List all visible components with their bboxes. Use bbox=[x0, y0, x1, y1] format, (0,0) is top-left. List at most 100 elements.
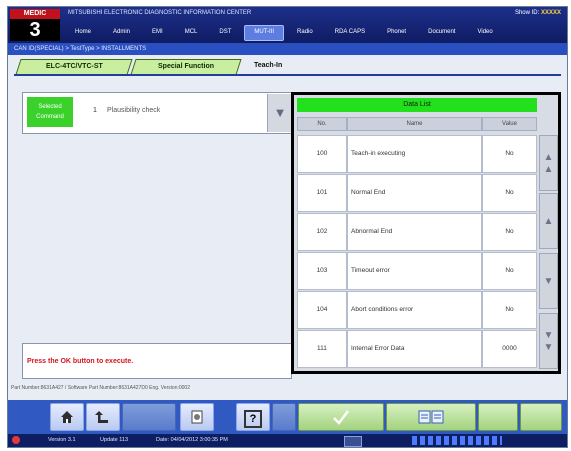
double-up-arrow-icon: ▲ ▲ bbox=[543, 152, 554, 175]
home-button[interactable] bbox=[50, 403, 84, 431]
data-list-rows: 100 Teach-in executing No 101 Normal End… bbox=[297, 135, 537, 369]
user-label: Show ID: bbox=[514, 10, 540, 16]
system-tray-icons bbox=[412, 436, 502, 445]
nav-dst[interactable]: DST bbox=[210, 25, 240, 39]
blank-green-button-2[interactable] bbox=[520, 403, 562, 431]
row-name: Teach-in executing bbox=[347, 135, 482, 173]
data-list: Data List No. Name Value 100 Teach-in ex… bbox=[294, 95, 558, 371]
app-window: MEDIC 3 MITSUBISHI ELECTRONIC DIAGNOSTIC… bbox=[7, 6, 568, 448]
nav-phonet[interactable]: Phonet bbox=[378, 25, 415, 39]
home-icon bbox=[61, 411, 73, 423]
user-info: Show ID: XXXXX bbox=[515, 10, 561, 16]
brand-version: 3 bbox=[10, 19, 60, 41]
blank-button-2[interactable] bbox=[272, 403, 296, 431]
nav-admin[interactable]: Admin bbox=[104, 25, 139, 39]
nav-rda-caps[interactable]: RDA CAPS bbox=[326, 25, 374, 39]
double-down-arrow-icon: ▼ ▼ bbox=[543, 330, 554, 353]
function-tabs: ELC-4TC/VTC-ST Special Function Teach-In bbox=[15, 59, 297, 75]
print-icon bbox=[191, 410, 203, 424]
data-list-title: Data List bbox=[297, 98, 537, 112]
table-row[interactable]: 103 Timeout error No bbox=[297, 252, 537, 290]
data-view-icon bbox=[418, 410, 444, 424]
brand-label: MEDIC bbox=[10, 9, 60, 19]
row-no: 102 bbox=[297, 213, 347, 251]
tab-special-function-label: Special Function bbox=[157, 63, 214, 70]
system-name: MITSUBISHI ELECTRONIC DIAGNOSTIC INFORMA… bbox=[68, 10, 252, 16]
nav-radio[interactable]: Radio bbox=[288, 25, 322, 39]
main-nav: Home Admin EMI MCL DST MUT-III Radio RDA… bbox=[66, 25, 502, 41]
tab-ecu-label: ELC-4TC/VTC-ST bbox=[45, 63, 103, 70]
row-value: No bbox=[482, 252, 537, 290]
nav-video[interactable]: Video bbox=[468, 25, 501, 39]
help-button[interactable]: ? bbox=[236, 403, 270, 431]
blank-green-button[interactable] bbox=[478, 403, 518, 431]
instruction-message: Press the OK button to execute. bbox=[22, 343, 292, 379]
row-value: No bbox=[482, 135, 537, 173]
user-id: XXXXX bbox=[540, 10, 561, 16]
print-button[interactable] bbox=[180, 403, 214, 431]
status-update: Update 113 bbox=[100, 437, 129, 443]
nav-mcl[interactable]: MCL bbox=[176, 25, 207, 39]
col-no-header: No. bbox=[297, 117, 347, 131]
table-row[interactable]: 111 Internal Error Data 0000 bbox=[297, 330, 537, 368]
scroll-up-button[interactable]: ▲ bbox=[539, 193, 558, 249]
col-name-header: Name bbox=[347, 117, 482, 131]
status-bar: Version 3.1 Update 113 Date: 04/04/2012 … bbox=[8, 434, 567, 447]
table-row[interactable]: 104 Abort conditions error No bbox=[297, 291, 537, 329]
row-no: 111 bbox=[297, 330, 347, 368]
command-value: Plausibility check bbox=[107, 107, 161, 114]
power-icon[interactable] bbox=[12, 436, 20, 444]
back-button[interactable] bbox=[86, 403, 120, 431]
table-row[interactable]: 102 Abnormal End No bbox=[297, 213, 537, 251]
data-list-header: No. Name Value bbox=[297, 117, 537, 131]
app-logo: MEDIC 3 bbox=[10, 9, 60, 41]
row-no: 100 bbox=[297, 135, 347, 173]
scroll-bottom-button[interactable]: ▼ ▼ bbox=[539, 313, 558, 369]
scroll-top-button[interactable]: ▲ ▲ bbox=[539, 135, 558, 191]
return-arrow-icon bbox=[95, 411, 108, 423]
col-value-header: Value bbox=[482, 117, 537, 131]
row-no: 101 bbox=[297, 174, 347, 212]
nav-document[interactable]: Document bbox=[419, 25, 464, 39]
row-value: 0000 bbox=[482, 330, 537, 368]
list-scrollbar[interactable]: ▲ ▲ ▲ ▼ ▼ ▼ bbox=[539, 135, 558, 371]
status-version: Version 3.1 bbox=[48, 437, 76, 443]
data-list-panel: Data List No. Name Value 100 Teach-in ex… bbox=[291, 92, 561, 374]
help-icon: ? bbox=[244, 410, 262, 428]
bottom-toolbar: ? bbox=[8, 400, 567, 434]
row-name: Timeout error bbox=[347, 252, 482, 290]
row-name: Abort conditions error bbox=[347, 291, 482, 329]
up-arrow-icon: ▲ bbox=[543, 216, 554, 227]
blank-button[interactable] bbox=[122, 403, 176, 431]
tab-teach-in-label: Teach-In bbox=[254, 62, 283, 69]
data-list-button[interactable] bbox=[386, 403, 476, 431]
app-header: MEDIC 3 MITSUBISHI ELECTRONIC DIAGNOSTIC… bbox=[8, 7, 567, 43]
row-name: Abnormal End bbox=[347, 213, 482, 251]
table-row[interactable]: 101 Normal End No bbox=[297, 174, 537, 212]
triangle-down-icon: ▼ bbox=[273, 105, 287, 120]
row-value: No bbox=[482, 174, 537, 212]
row-no: 104 bbox=[297, 291, 347, 329]
command-number: 1 bbox=[93, 107, 97, 114]
tab-special-function[interactable]: Special Function bbox=[130, 59, 242, 75]
connection-icon[interactable] bbox=[344, 436, 362, 447]
nav-home[interactable]: Home bbox=[66, 25, 100, 39]
command-selector[interactable]: Selected Command 1 Plausibility check ▼ bbox=[22, 92, 294, 134]
scroll-down-button[interactable]: ▼ bbox=[539, 253, 558, 309]
row-name: Normal End bbox=[347, 174, 482, 212]
table-row[interactable]: 100 Teach-in executing No bbox=[297, 135, 537, 173]
part-number-info: Part Number:8631A427 / Software Part Num… bbox=[11, 385, 190, 391]
breadcrumb: CAN ID(SPECIAL) > TestType > INSTALLMENT… bbox=[8, 43, 567, 55]
nav-emi[interactable]: EMI bbox=[143, 25, 172, 39]
tab-teach-in[interactable]: Teach-In bbox=[240, 59, 297, 73]
dropdown-button[interactable]: ▼ bbox=[267, 94, 292, 132]
row-no: 103 bbox=[297, 252, 347, 290]
tab-ecu[interactable]: ELC-4TC/VTC-ST bbox=[15, 59, 133, 75]
tab-underline bbox=[14, 74, 561, 76]
checkmark-icon bbox=[333, 410, 349, 425]
ok-button[interactable] bbox=[298, 403, 384, 431]
status-date: Date: 04/04/2012 3:00:35 PM bbox=[156, 437, 228, 443]
row-value: No bbox=[482, 291, 537, 329]
nav-mut-iii[interactable]: MUT-III bbox=[244, 25, 285, 41]
selected-command-label: Selected Command bbox=[27, 97, 73, 127]
